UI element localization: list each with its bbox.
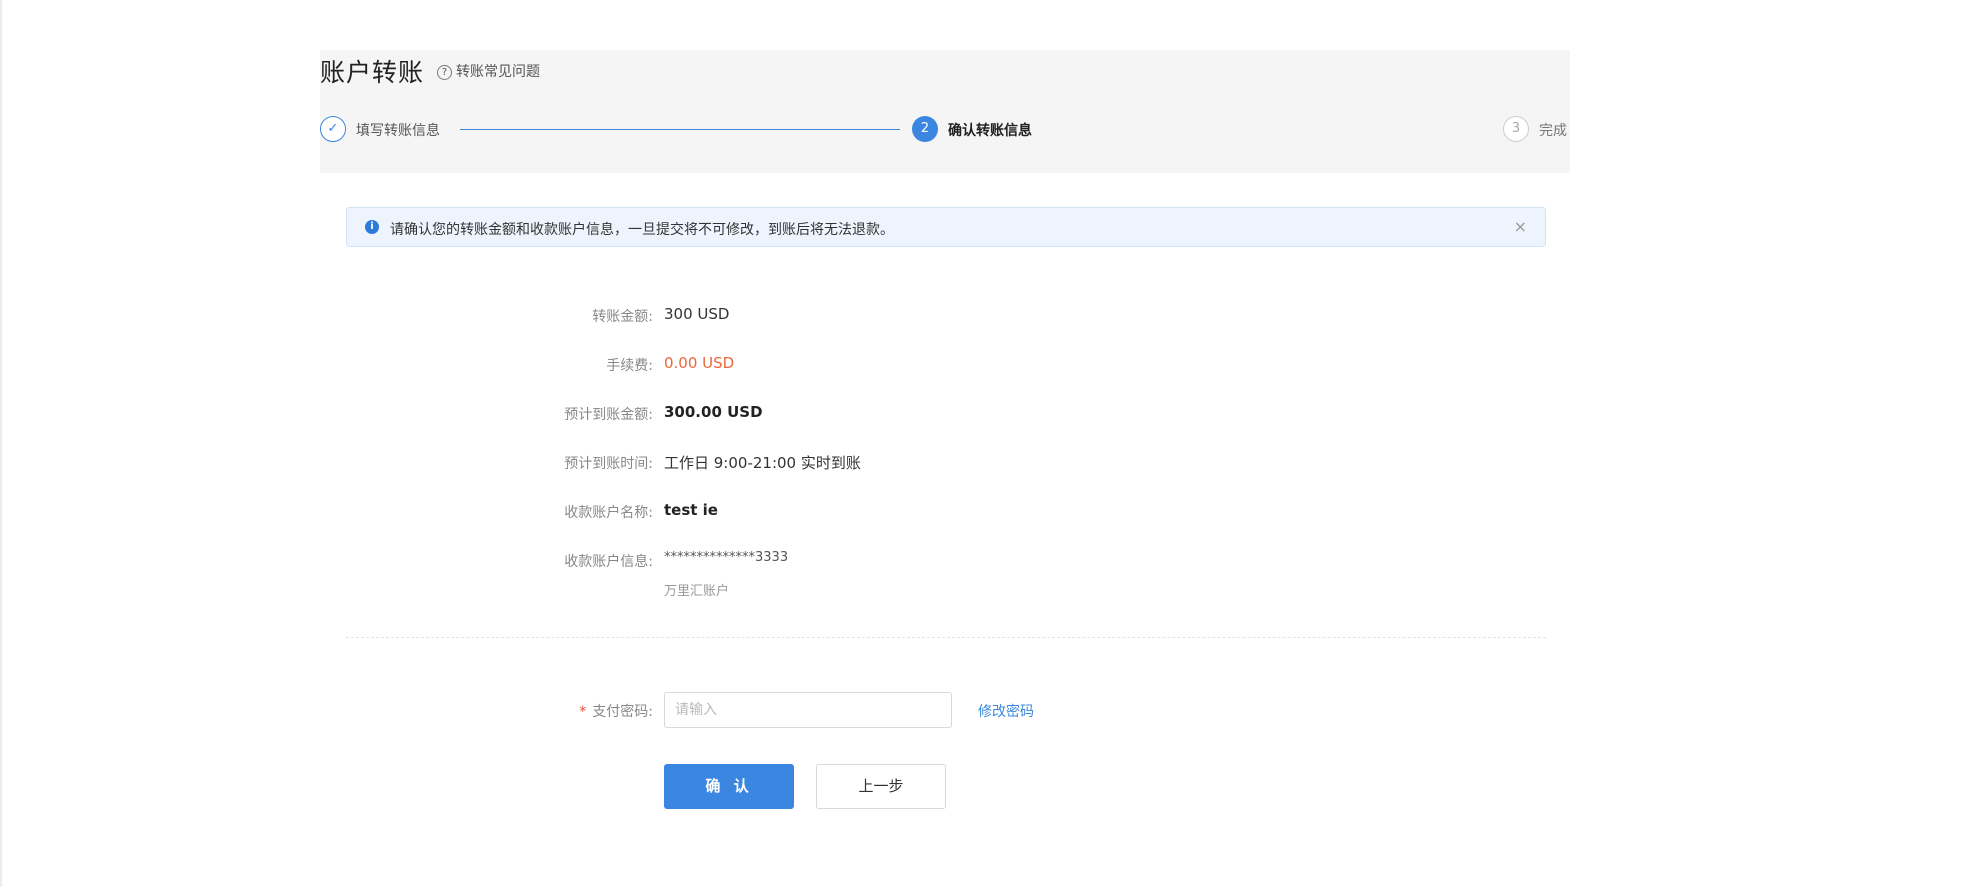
confirm-button[interactable]: 确 认: [664, 764, 794, 809]
step-label: 确认转账信息: [948, 123, 1032, 139]
payee-name: test ie: [664, 501, 718, 519]
divider: [346, 637, 1546, 638]
info-icon: i: [365, 220, 379, 234]
question-circle-icon: ?: [437, 65, 452, 80]
payee-account-number: **************3333: [664, 550, 789, 565]
alert-text: 请确认您的转账金额和收款账户信息，一旦提交将不可修改，到账后将无法退款。: [390, 222, 894, 238]
step-number: 3: [1503, 116, 1529, 142]
detail-row-expected-amount: 预计到账金额: 300.00 USD: [0, 403, 1983, 424]
change-password-link[interactable]: 修改密码: [978, 701, 1034, 721]
detail-row-payee-name: 收款账户名称: test ie: [0, 501, 1983, 522]
info-alert: i 请确认您的转账金额和收款账户信息，一旦提交将不可修改，到账后将无法退款。 ×: [346, 207, 1546, 247]
detail-row-payee-info: 收款账户信息: **************3333: [0, 550, 1983, 571]
detail-label: 预计到账时间:: [564, 456, 653, 472]
faq-link[interactable]: ? 转账常见问题: [437, 61, 540, 81]
step-number: 2: [912, 116, 938, 142]
check-icon: ✓: [320, 116, 346, 142]
payment-password-input[interactable]: [664, 692, 952, 728]
page-title: 账户转账: [320, 58, 425, 87]
page-header: 账户转账 ? 转账常见问题 ✓ 填写转账信息 2 确认转账信息 3 完成: [320, 50, 1570, 173]
faq-link-label: 转账常见问题: [456, 64, 540, 80]
detail-label: 收款账户名称:: [564, 505, 653, 521]
left-border: [0, 0, 2, 887]
detail-label: 收款账户信息:: [564, 554, 653, 570]
detail-label: 预计到账金额:: [564, 407, 653, 423]
detail-row-fee: 手续费: 0.00 USD: [0, 354, 1983, 375]
password-label: * 支付密码:: [579, 701, 653, 721]
detail-label: 手续费:: [606, 358, 653, 374]
step-label: 完成: [1539, 123, 1567, 139]
payee-account-type: 万里汇账户: [664, 584, 730, 599]
transfer-amount: 300 USD: [664, 305, 730, 323]
detail-row-amount: 转账金额: 300 USD: [0, 305, 1983, 326]
password-label-text: 支付密码:: [592, 704, 653, 720]
detail-label: 转账金额:: [592, 309, 653, 325]
back-button[interactable]: 上一步: [816, 764, 946, 809]
step-label: 填写转账信息: [356, 123, 440, 139]
required-mark: *: [579, 704, 587, 720]
detail-row-expected-time: 预计到账时间: 工作日 9:00-21:00 实时到账: [0, 453, 1983, 473]
expected-amount: 300.00 USD: [664, 403, 763, 421]
expected-time: 工作日 9:00-21:00 实时到账: [664, 454, 861, 472]
fee-amount: 0.00 USD: [664, 354, 735, 372]
step-connector: [460, 129, 900, 130]
close-icon[interactable]: ×: [1514, 217, 1527, 236]
